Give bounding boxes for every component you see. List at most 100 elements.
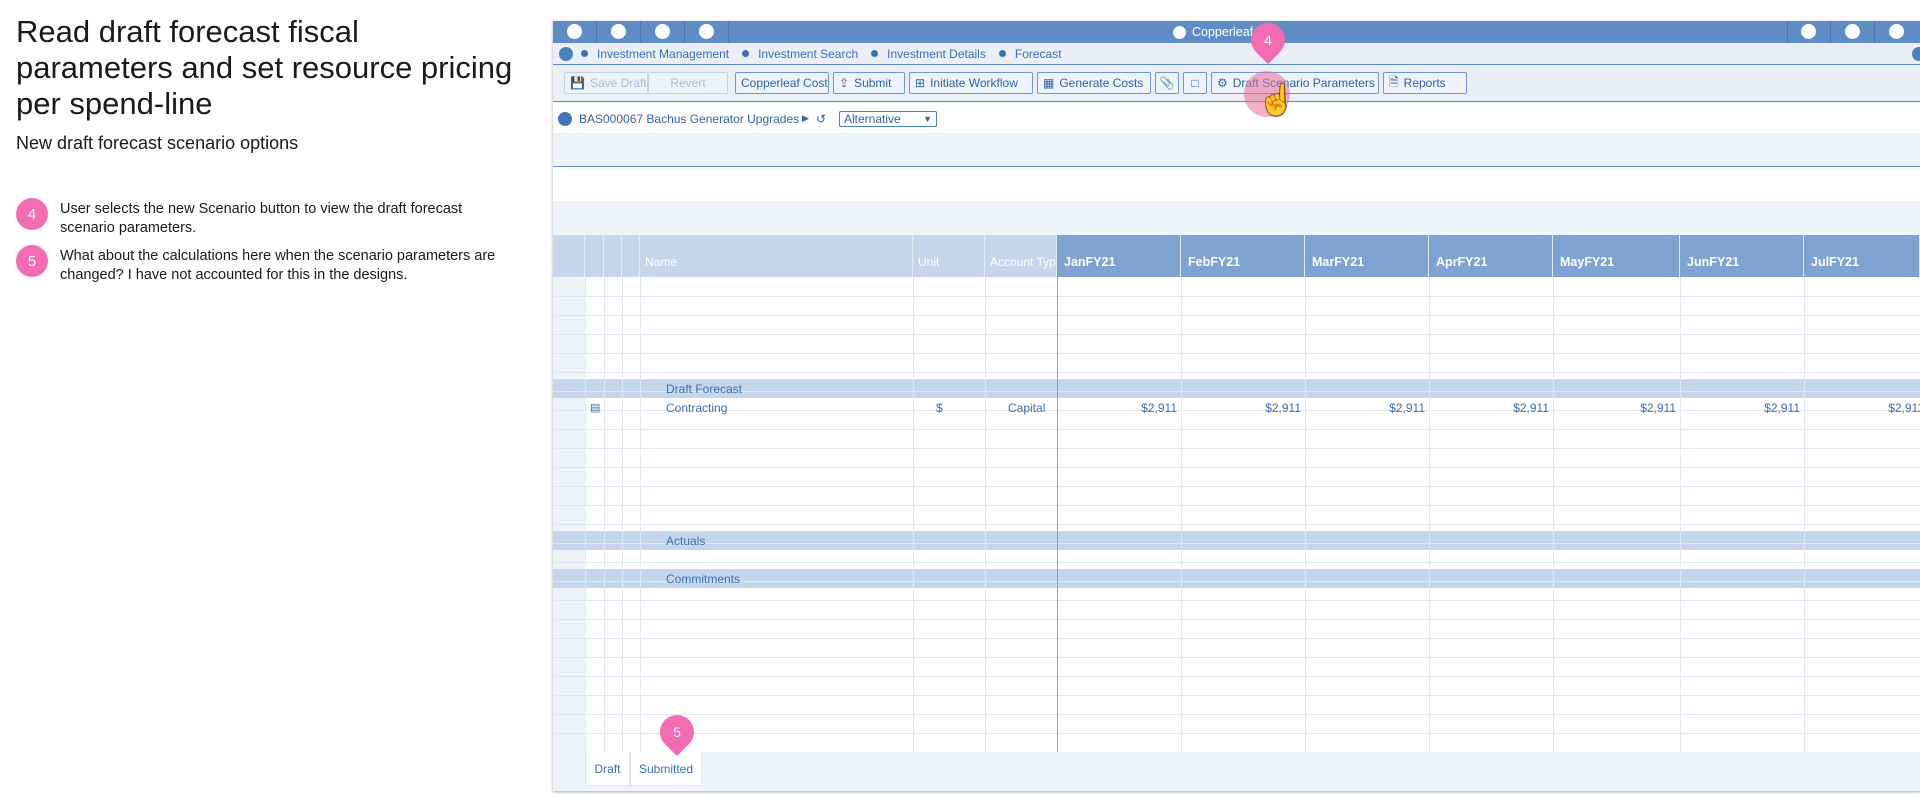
comment-icon: □ bbox=[1191, 76, 1199, 90]
breadcrumb-item[interactable]: Forecast bbox=[998, 47, 1062, 61]
upload-icon: ⇪ bbox=[839, 76, 850, 90]
grid-row-line bbox=[553, 695, 1920, 696]
header-select bbox=[553, 235, 585, 277]
breadcrumb: Investment Management Investment Search … bbox=[553, 43, 1920, 65]
copperleaf-cost-button[interactable]: Copperleaf Cost bbox=[735, 72, 829, 94]
app-logo-icon bbox=[1173, 25, 1186, 39]
row-value[interactable]: $2,911 bbox=[1680, 401, 1800, 415]
grid-col-line bbox=[1804, 277, 1805, 752]
row-unit: $ bbox=[936, 401, 943, 415]
grid-row-line bbox=[553, 448, 1920, 449]
row-value[interactable]: $2,911 bbox=[1804, 401, 1920, 415]
section-label: Commitments bbox=[666, 572, 741, 586]
header-month[interactable]: MayFY21 bbox=[1553, 235, 1680, 277]
scenario-dropdown[interactable]: Alternative ▼ bbox=[839, 111, 937, 127]
tab-draft[interactable]: Draft bbox=[585, 752, 630, 786]
page-title: Read draft forecast fiscal parameters an… bbox=[16, 14, 513, 121]
grid-col-line bbox=[985, 277, 986, 752]
grid-row-line bbox=[553, 581, 1920, 582]
app-window: Copperleaf C55 Investment Management Inv… bbox=[553, 21, 1920, 791]
generate-costs-button[interactable]: ▦ Generate Costs bbox=[1037, 72, 1151, 94]
header-account-type[interactable]: Account Type bbox=[985, 235, 1057, 277]
attach-button[interactable]: 📎 bbox=[1155, 72, 1179, 94]
grid-row-line bbox=[553, 657, 1920, 658]
save-draft-button[interactable]: 💾 Save Draft bbox=[564, 72, 648, 94]
expand-arrow-icon[interactable]: ▶ bbox=[802, 113, 809, 124]
breadcrumb-item[interactable]: Investment Management bbox=[581, 47, 729, 61]
section-row-draft-forecast[interactable] bbox=[553, 379, 1920, 398]
panel-toggle-icon[interactable] bbox=[1912, 47, 1920, 61]
row-value[interactable]: $2,911 bbox=[1429, 401, 1549, 415]
search-icon[interactable] bbox=[655, 24, 670, 39]
favorites-icon[interactable] bbox=[699, 24, 714, 39]
project-name[interactable]: BAS000067 Bachus Generator Upgrades bbox=[579, 112, 799, 126]
grid-col-line bbox=[1181, 277, 1182, 752]
note-badge: 5 bbox=[16, 245, 48, 277]
header-month[interactable]: MarFY21 bbox=[1305, 235, 1429, 277]
note-5: 5 What about the calculations here when … bbox=[16, 245, 496, 285]
grid-row-line bbox=[553, 676, 1920, 677]
tab-bar: Draft Submitted bbox=[553, 752, 1920, 791]
row-value[interactable]: $2,911 bbox=[1057, 401, 1177, 415]
notifications-icon[interactable] bbox=[1801, 24, 1816, 39]
row-value[interactable]: $2,911 bbox=[1181, 401, 1301, 415]
marker-5: 5 bbox=[673, 724, 681, 740]
forecast-grid: Name Unit Account Type JanFY21 FebFY21 M… bbox=[553, 235, 1920, 752]
grid-row-line bbox=[553, 353, 1920, 354]
summary-band-2 bbox=[553, 201, 1920, 235]
grid-row-line bbox=[553, 619, 1920, 620]
save-draft-label: Save Draft bbox=[589, 76, 647, 90]
scenario-value: Alternative bbox=[844, 112, 901, 126]
row-value[interactable]: $2,911 bbox=[1553, 401, 1676, 415]
grid-row-line bbox=[553, 714, 1920, 715]
save-icon: 💾 bbox=[570, 76, 585, 90]
workflow-icon: ⊞ bbox=[915, 76, 926, 90]
header-month[interactable]: AprFY21 bbox=[1429, 235, 1553, 277]
section-row-actuals[interactable] bbox=[553, 531, 1920, 550]
initiate-workflow-button[interactable]: ⊞ Initiate Workflow bbox=[909, 72, 1033, 94]
help-icon[interactable] bbox=[1845, 24, 1860, 39]
scenario-switch-icon[interactable]: ↺ bbox=[816, 112, 826, 126]
breadcrumb-label: Investment Management bbox=[597, 46, 730, 61]
note-text: User selects the new Scenario button to … bbox=[60, 201, 463, 236]
row-account-type: Capital bbox=[1008, 401, 1046, 415]
paperclip-icon: 📎 bbox=[1159, 76, 1175, 90]
header-name[interactable]: Name bbox=[640, 235, 913, 277]
database-icon: ▤ bbox=[590, 402, 601, 414]
comment-button[interactable]: □ bbox=[1183, 72, 1207, 94]
breadcrumb-label: Investment Details bbox=[887, 46, 986, 61]
filter-band bbox=[553, 133, 1920, 167]
grid-row-line bbox=[553, 562, 1920, 563]
home-icon[interactable] bbox=[611, 24, 626, 39]
copperleaf-cost-label: Copperleaf Cost bbox=[741, 76, 828, 90]
page-subtitle: New draft forecast scenario options bbox=[16, 133, 299, 153]
user-icon[interactable] bbox=[1889, 24, 1904, 39]
tab-submitted[interactable]: Submitted bbox=[630, 752, 702, 786]
reports-button[interactable]: 🗎 Reports bbox=[1383, 72, 1467, 94]
section-row-commitments[interactable] bbox=[553, 569, 1920, 588]
header-month[interactable]: JulFY21 bbox=[1804, 235, 1920, 277]
reports-label: Reports bbox=[1403, 76, 1446, 90]
grid-row-line bbox=[553, 543, 1920, 544]
breadcrumb-item[interactable]: Investment Details bbox=[871, 47, 986, 61]
summary-band bbox=[553, 167, 1920, 201]
header-month[interactable]: JunFY21 bbox=[1680, 235, 1804, 277]
header-month[interactable]: FebFY21 bbox=[1181, 235, 1305, 277]
report-icon: 🗎 bbox=[1389, 74, 1399, 89]
submit-button[interactable]: ⇪ Submit bbox=[833, 72, 905, 94]
scenario-icon: ⚙ bbox=[1217, 76, 1228, 90]
header-icon-col bbox=[585, 235, 604, 277]
header-unit[interactable]: Unit bbox=[913, 235, 985, 277]
grid-col-line bbox=[604, 277, 605, 752]
header-month[interactable]: JanFY21 bbox=[1057, 235, 1181, 277]
grid-col-line bbox=[1553, 277, 1554, 752]
breadcrumb-item[interactable]: Investment Search bbox=[742, 47, 858, 61]
row-value[interactable]: $2,911 bbox=[1305, 401, 1425, 415]
row-name[interactable]: Contracting bbox=[666, 401, 727, 415]
generate-costs-label: Generate Costs bbox=[1059, 76, 1144, 90]
calculator-icon: ▦ bbox=[1043, 76, 1055, 90]
menu-icon[interactable] bbox=[567, 24, 582, 39]
grid-col-line bbox=[585, 277, 586, 752]
revert-button[interactable]: Revert bbox=[648, 72, 728, 94]
breadcrumb-home-icon[interactable] bbox=[559, 46, 573, 61]
